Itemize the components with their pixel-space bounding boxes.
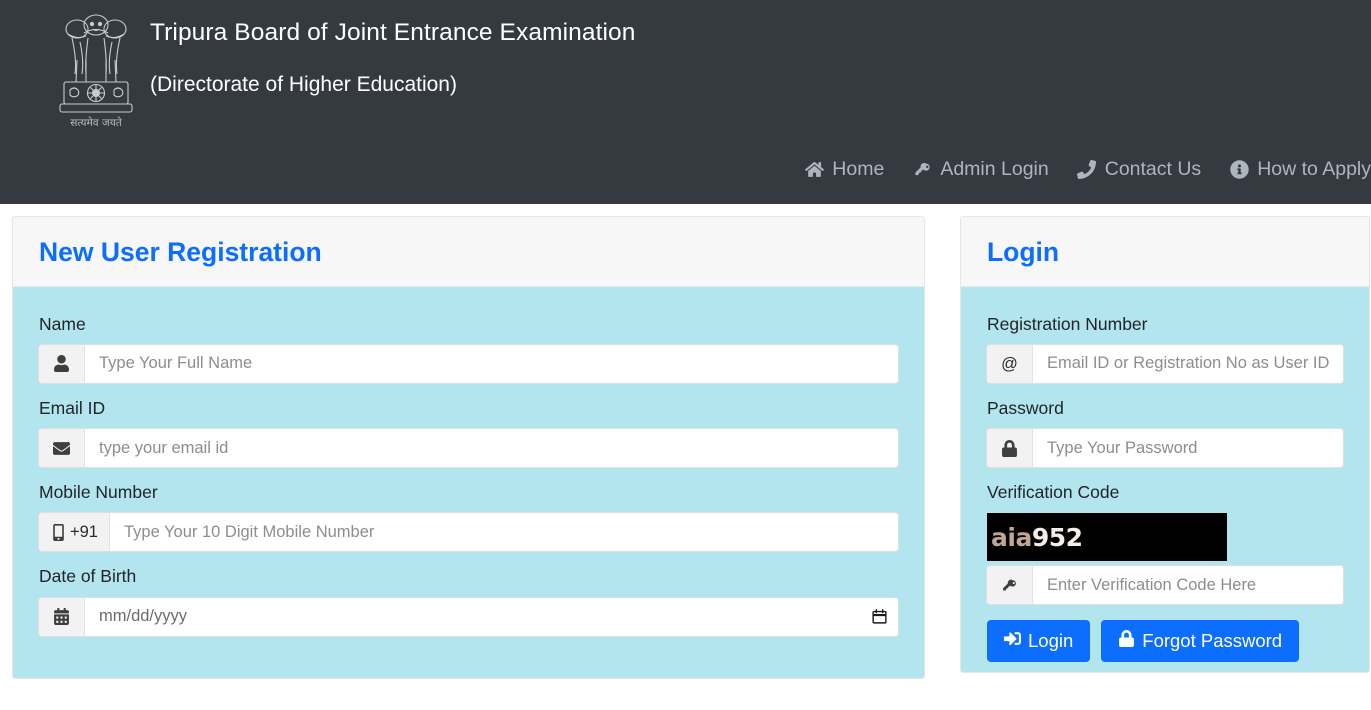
verification-code-input-group[interactable] [987, 566, 1343, 605]
nav-item-home[interactable]: Home [790, 158, 898, 181]
registration-panel-body: Name Email ID [13, 286, 924, 678]
forgot-password-button[interactable]: Forgot Password [1101, 620, 1300, 662]
site-title: Tripura Board of Joint Entrance Examinat… [150, 19, 636, 46]
captcha-image: aia952 [987, 513, 1227, 562]
nav-label-how-to-apply: How to Apply [1257, 158, 1371, 180]
field-registration-number: Registration Number @ [987, 313, 1343, 383]
nav-label-contact-us: Contact Us [1104, 158, 1202, 180]
field-date-of-birth: Date of Birth mm/dd/yyyy [39, 566, 898, 636]
country-code-label: +91 [70, 523, 98, 541]
mobile-input[interactable] [110, 513, 898, 552]
date-of-birth-placeholder: mm/dd/yyyy [99, 607, 188, 625]
email-input-group[interactable] [39, 429, 898, 467]
page-content: New User Registration Name Email ID [0, 204, 1371, 710]
main-navigation: Home Admin Login Contact Us How to Apply [790, 158, 1371, 181]
brand-row: सत्यमेव जयते Tripura Board of Joint Entr… [0, 0, 1371, 130]
registration-panel-header: New User Registration [13, 217, 924, 287]
at-sign-icon: @ [987, 344, 1033, 383]
calendar-icon [39, 597, 85, 636]
field-verification-code: Verification Code aia952 [987, 482, 1343, 605]
email-input[interactable] [85, 429, 898, 467]
site-header: सत्यमेव जयते Tripura Board of Joint Entr… [0, 0, 1371, 204]
mobile-icon: +91 [39, 513, 110, 552]
home-icon [804, 160, 824, 180]
field-password: Password [987, 397, 1343, 467]
login-button[interactable]: Login [987, 620, 1091, 662]
lock-icon [1118, 630, 1135, 651]
login-button-row: Login Forgot Password [987, 620, 1343, 662]
envelope-icon [39, 429, 85, 467]
label-mobile: Mobile Number [39, 482, 158, 502]
captcha-text: aia952 [991, 525, 1083, 550]
label-date-of-birth: Date of Birth [39, 566, 137, 587]
key-icon [987, 566, 1033, 605]
label-verification-code: Verification Code [987, 482, 1120, 502]
at-sign-label: @ [1001, 354, 1018, 373]
name-input-group[interactable] [39, 344, 898, 383]
info-circle-icon [1229, 160, 1249, 180]
mobile-input-group[interactable]: +91 [39, 513, 898, 552]
password-input-group[interactable] [987, 429, 1343, 467]
site-subtitle: (Directorate of Higher Education) [150, 72, 457, 96]
nav-item-contact-us[interactable]: Contact Us [1063, 158, 1215, 181]
field-email: Email ID [39, 397, 898, 467]
label-registration-number: Registration Number [987, 313, 1148, 334]
registration-number-input[interactable] [1033, 344, 1343, 383]
registration-number-input-group[interactable]: @ [987, 344, 1343, 383]
login-button-label: Login [1028, 630, 1074, 652]
field-name: Name [39, 313, 898, 383]
nav-label-admin-login: Admin Login [940, 158, 1049, 180]
lock-icon [987, 429, 1033, 467]
password-input[interactable] [1033, 429, 1343, 467]
emblem-motto: सत्यमेव जयते [70, 116, 123, 129]
date-of-birth-input[interactable]: mm/dd/yyyy [85, 597, 898, 636]
user-icon [39, 344, 85, 383]
captcha-text-part1: aia [991, 522, 1032, 552]
login-panel-header: Login [961, 217, 1369, 287]
label-email: Email ID [39, 397, 106, 418]
key-icon [912, 160, 932, 180]
brand-text: Tripura Board of Joint Entrance Examinat… [142, 8, 635, 96]
label-name: Name [39, 313, 86, 334]
date-picker-calendar-icon[interactable] [871, 608, 888, 625]
field-mobile: Mobile Number +91 [39, 482, 898, 552]
name-input[interactable] [85, 344, 898, 383]
date-of-birth-input-group[interactable]: mm/dd/yyyy [39, 597, 898, 636]
login-panel-body: Registration Number @ Password [961, 286, 1369, 672]
captcha-text-part2: 952 [1031, 522, 1083, 552]
sign-in-icon [1004, 630, 1021, 651]
new-user-registration-panel: New User Registration Name Email ID [12, 216, 925, 679]
forgot-password-button-label: Forgot Password [1142, 630, 1283, 652]
nav-item-admin-login[interactable]: Admin Login [898, 158, 1062, 181]
nav-label-home: Home [832, 158, 885, 180]
phone-icon [1077, 160, 1097, 180]
label-password: Password [987, 397, 1064, 418]
verification-code-input[interactable] [1033, 566, 1343, 605]
login-panel: Login Registration Number @ Password [960, 216, 1370, 673]
registration-panel-title: New User Registration [39, 237, 322, 267]
nav-item-how-to-apply[interactable]: How to Apply [1215, 158, 1371, 181]
login-panel-title: Login [987, 237, 1060, 267]
national-emblem-icon: सत्यमेव जयते [50, 8, 142, 130]
